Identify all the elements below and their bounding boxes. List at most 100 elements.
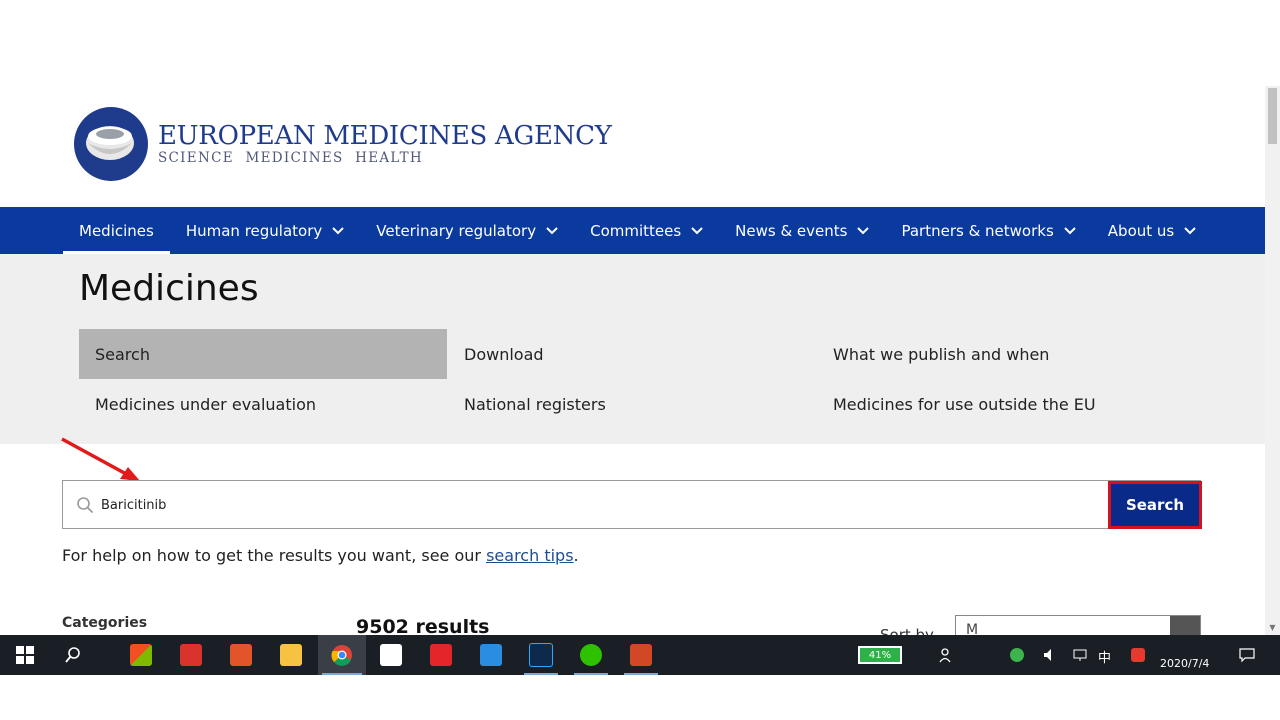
sort-select[interactable]: M: [955, 615, 1201, 635]
search-tips-link[interactable]: search tips: [486, 546, 573, 565]
subnav-label: Download: [464, 344, 544, 364]
nav-item-about-us[interactable]: About us: [1092, 207, 1212, 254]
sort-value: M: [966, 622, 979, 635]
network-button[interactable]: [1068, 635, 1092, 675]
scrollbar[interactable]: ▼: [1265, 86, 1280, 635]
taskbar-app-blue[interactable]: [474, 635, 508, 675]
taskbar-wechat[interactable]: [570, 635, 612, 675]
results-count: 9502 results: [356, 616, 490, 635]
taskbar-app-red-book[interactable]: [174, 635, 208, 675]
main-navigation: Medicines Human regulatory Veterinary re…: [0, 207, 1265, 254]
mail-icon: [380, 644, 402, 666]
subnav-label: National registers: [464, 394, 606, 414]
taskbar-store-app[interactable]: [124, 635, 158, 675]
photoshop-icon: [529, 643, 553, 667]
nav-label: News & events: [735, 221, 848, 240]
subnav-label: What we publish and when: [833, 344, 1050, 364]
notifications-button[interactable]: [1232, 635, 1262, 675]
nav-item-partners-networks[interactable]: Partners & networks: [885, 207, 1091, 254]
taskbar-photoshop[interactable]: [520, 635, 562, 675]
nav-item-human-regulatory[interactable]: Human regulatory: [170, 207, 360, 254]
powerpoint-icon: [630, 644, 652, 666]
chevron-down-icon: [1064, 226, 1076, 234]
nav-item-committees[interactable]: Committees: [574, 207, 719, 254]
nav-label: About us: [1107, 221, 1175, 240]
start-button[interactable]: [8, 635, 42, 675]
subnav-what-we-publish[interactable]: What we publish and when: [817, 329, 1185, 379]
volume-button[interactable]: [1038, 635, 1062, 675]
nav-label: Medicines: [79, 221, 154, 240]
nav-label: Veterinary regulatory: [376, 221, 537, 240]
subnav-label: Medicines for use outside the EU: [833, 394, 1096, 414]
notification-icon: [1239, 648, 1255, 663]
categories-heading: Categories: [62, 615, 148, 631]
windows-taskbar: 41% 中 2020/7/4: [0, 635, 1280, 675]
folder-icon: [280, 644, 302, 666]
chevron-down-icon: [857, 226, 870, 234]
windows-logo-icon: [16, 646, 34, 664]
people-button[interactable]: [932, 635, 962, 675]
logo-tagline: SCIENCE MEDICINES HEALTH: [158, 150, 423, 166]
nav-item-news-events[interactable]: News & events: [719, 207, 885, 254]
taskbar-app-youdao[interactable]: [424, 635, 458, 675]
subnav-national-registers[interactable]: National registers: [448, 379, 816, 429]
nav-label: Human regulatory: [185, 221, 323, 240]
subnav-search[interactable]: Search: [79, 329, 447, 379]
subnav-medicines-outside-eu[interactable]: Medicines for use outside the EU: [817, 379, 1185, 429]
taskbar-app-orange[interactable]: [224, 635, 258, 675]
taskbar-file-explorer[interactable]: [274, 635, 308, 675]
chevron-down-icon: [1170, 616, 1200, 635]
help-suffix: .: [573, 546, 579, 565]
subnav-medicines-under-evaluation[interactable]: Medicines under evaluation: [79, 379, 447, 429]
chevron-down-icon: [691, 226, 703, 234]
people-icon: [939, 648, 951, 663]
chevron-down-icon: [1184, 226, 1196, 234]
browser-viewport: EUROPEAN MEDICINES AGENCY SCIENCE MEDICI…: [0, 0, 1265, 635]
network-icon: [1073, 649, 1087, 661]
chevron-down-icon: [546, 226, 558, 234]
tray-app-green[interactable]: [1005, 635, 1029, 675]
ema-logo[interactable]: EUROPEAN MEDICINES AGENCY SCIENCE MEDICI…: [74, 107, 612, 181]
scroll-down-icon[interactable]: ▼: [1268, 623, 1277, 633]
ime-indicator[interactable]: 中: [1098, 647, 1111, 666]
translate-app-icon: [430, 644, 452, 666]
nav-label: Partners & networks: [901, 221, 1054, 240]
chrome-icon: [331, 645, 352, 666]
scrollbar-thumb[interactable]: [1268, 88, 1277, 144]
tray-app-red[interactable]: [1126, 635, 1150, 675]
nav-item-veterinary-regulatory[interactable]: Veterinary regulatory: [360, 207, 574, 254]
search-icon: [77, 497, 94, 514]
battery-indicator[interactable]: 41%: [858, 646, 902, 664]
taskbar-date[interactable]: 2020/7/4: [1160, 657, 1209, 670]
blue-app-icon: [480, 644, 502, 666]
page-title: Medicines: [79, 268, 259, 309]
security-app-icon: [1010, 648, 1024, 662]
wechat-icon: [580, 644, 602, 666]
help-prefix: For help on how to get the results you w…: [62, 546, 487, 565]
logo-name: EUROPEAN MEDICINES AGENCY: [158, 121, 612, 151]
taskbar-powerpoint[interactable]: [620, 635, 662, 675]
subnav-label: Medicines under evaluation: [95, 394, 316, 414]
taskbar-mail[interactable]: [374, 635, 408, 675]
subnav-label: Search: [95, 344, 150, 364]
volume-icon: [1044, 649, 1051, 661]
ema-logo-icon: [74, 107, 148, 181]
tray-app-icon: [1131, 648, 1145, 662]
subnav-download[interactable]: Download: [448, 329, 816, 379]
store-icon: [130, 644, 152, 666]
taskbar-search-button[interactable]: [56, 635, 90, 675]
document-app-icon: [230, 644, 252, 666]
medicines-header-section: Medicines Search Download What we publis…: [0, 254, 1265, 444]
search-button[interactable]: Search: [1108, 481, 1202, 529]
taskbar-chrome[interactable]: [318, 635, 366, 675]
search-help-text: For help on how to get the results you w…: [62, 546, 579, 565]
nav-item-medicines[interactable]: Medicines: [63, 207, 170, 254]
logo-text: EUROPEAN MEDICINES AGENCY SCIENCE MEDICI…: [158, 122, 612, 166]
chevron-down-icon: [332, 226, 344, 234]
search-input[interactable]: [101, 493, 1101, 517]
search-icon: [65, 647, 80, 663]
search-box: [62, 480, 1201, 529]
book-app-icon: [180, 644, 202, 666]
sort-label: Sort by: [880, 626, 934, 635]
nav-label: Committees: [590, 221, 682, 240]
